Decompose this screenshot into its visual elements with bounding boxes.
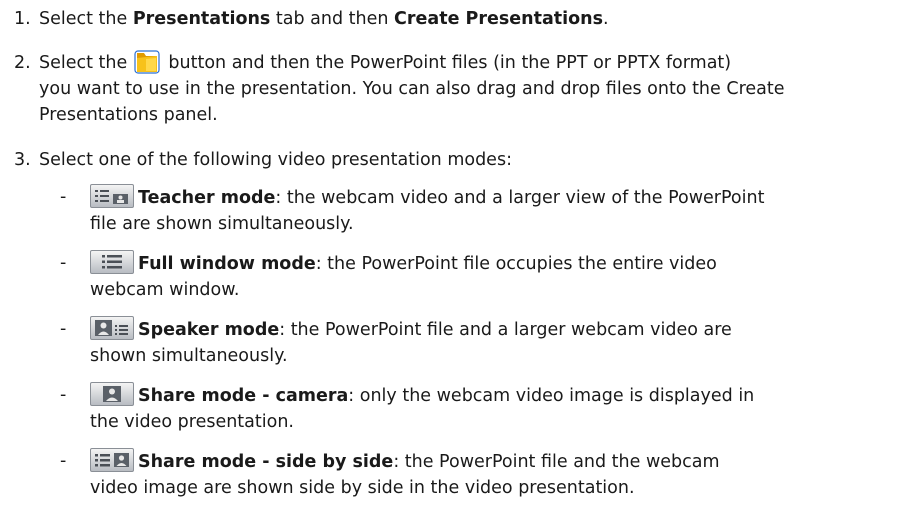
step-number: 3. [14,150,31,170]
step-text: Select the button and then the PowerPoin… [39,50,874,128]
teacher-mode-icon [90,184,134,208]
mode-full-window: - Full window mode: the PowerPoint file … [60,250,880,303]
mode-name: Speaker mode [138,320,280,340]
step-text: Select one of the following video presen… [39,150,512,170]
step-1: 1. Select the Presentations tab and then… [14,6,874,32]
mode-name: Full window mode [138,254,316,274]
share-mode-camera-icon [90,382,134,406]
full-window-mode-icon [90,250,134,274]
create-presentations-ref: Create Presentations [394,9,604,29]
presentations-tab-ref: Presentations [132,9,271,29]
instruction-document: 1. Select the Presentations tab and then… [0,0,899,526]
step-text: Select the Presentations tab and then Cr… [39,9,609,29]
share-mode-side-by-side-icon [90,448,134,472]
step-3: 3. Select one of the following video pre… [14,147,874,173]
mode-share-camera: - Share mode - camera: only the webcam v… [60,382,880,435]
step-number: 2. [14,53,31,73]
folder-icon [134,50,160,74]
step-2: 2. Select the button and then the PowerP… [14,50,874,128]
mode-teacher: - Teacher mode: the webcam video and a l… [60,184,880,237]
step-number: 1. [14,9,31,29]
mode-name: Teacher mode [138,188,276,208]
speaker-mode-icon [90,316,134,340]
mode-name: Share mode - camera [138,386,349,406]
mode-speaker: - Speaker mode: the PowerPoint file and … [60,316,880,369]
mode-share-side-by-side: - Share mode - side by side: the PowerPo… [60,448,880,501]
mode-name: Share mode - side by side [138,452,394,472]
